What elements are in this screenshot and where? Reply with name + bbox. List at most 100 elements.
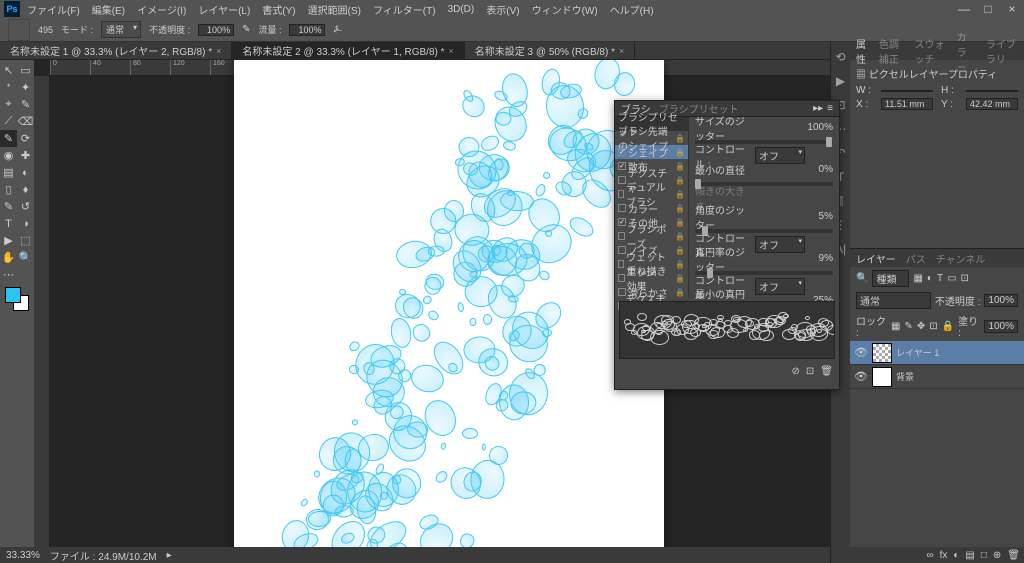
menu-type[interactable]: 書式(Y) bbox=[257, 2, 300, 17]
lock-icon[interactable]: 🔒 bbox=[675, 218, 685, 227]
menu-select[interactable]: 選択範囲(S) bbox=[303, 2, 366, 17]
new-preset-icon[interactable]: ⊡ bbox=[806, 366, 814, 377]
channels-tab[interactable]: チャンネル bbox=[936, 251, 986, 266]
filter-smart-icon[interactable]: ⊡ bbox=[961, 273, 969, 284]
lock-trans-icon[interactable]: ▦ bbox=[891, 321, 900, 332]
adjustments-tab[interactable]: 色調補正 bbox=[879, 36, 905, 66]
menu-layer[interactable]: レイヤー(L) bbox=[193, 2, 255, 17]
lock-pos-icon[interactable]: ✥ bbox=[917, 321, 925, 332]
filter-adjust-icon[interactable]: ◐ bbox=[927, 273, 933, 284]
collapse-icon[interactable]: ▸▸ bbox=[813, 103, 823, 114]
libraries-tab[interactable]: ライブラリ bbox=[986, 36, 1018, 66]
menu-file[interactable]: ファイル(F) bbox=[22, 2, 85, 17]
menu-filter[interactable]: フィルター(T) bbox=[368, 2, 441, 17]
tool-button[interactable]: ⟳ bbox=[17, 130, 34, 147]
lock-all-icon[interactable]: 🔒 bbox=[942, 321, 954, 332]
y-value[interactable]: 42.42 mm bbox=[966, 98, 1018, 110]
tool-button[interactable]: ↖ bbox=[0, 62, 17, 79]
brush-option-item[interactable]: デュアルブラシ🔒 bbox=[615, 187, 688, 201]
flow-input[interactable]: 100% bbox=[289, 24, 325, 36]
tool-button[interactable]: T bbox=[0, 215, 17, 232]
zoom-value[interactable]: 33.33% bbox=[6, 550, 40, 561]
document-canvas[interactable] bbox=[234, 60, 664, 547]
tool-button[interactable]: ᕀ bbox=[0, 79, 17, 96]
trash-icon[interactable]: 🗑 bbox=[820, 366, 833, 377]
tab-close-icon[interactable]: × bbox=[449, 46, 454, 56]
filter-type-icon[interactable]: T bbox=[937, 273, 943, 284]
color-swatch[interactable] bbox=[5, 287, 29, 311]
angle-jitter-slider[interactable] bbox=[695, 229, 833, 233]
brush-presets-tab[interactable]: ブラシプリセット bbox=[659, 101, 739, 116]
tool-button[interactable]: ⋯ bbox=[0, 266, 17, 283]
panel-menu-icon[interactable]: ≡ bbox=[827, 103, 833, 114]
layer-action-icon[interactable]: ∞ bbox=[926, 550, 933, 561]
brush-option-item[interactable]: 重ね描き効果🔒 bbox=[615, 271, 688, 285]
filter-pixel-icon[interactable]: ▦ bbox=[913, 273, 922, 284]
round-jitter-slider[interactable] bbox=[695, 271, 833, 275]
collapsed-panel-icon[interactable]: ⟲ bbox=[835, 50, 845, 64]
menu-help[interactable]: ヘルプ(H) bbox=[605, 2, 659, 17]
menu-edit[interactable]: 編集(E) bbox=[87, 2, 130, 17]
lock-icon[interactable]: 🔒 bbox=[675, 204, 685, 213]
tool-button[interactable]: ▭ bbox=[17, 62, 34, 79]
tool-button[interactable]: ⟋ bbox=[0, 113, 17, 130]
tool-button[interactable]: ▯ bbox=[0, 181, 17, 198]
checkbox[interactable] bbox=[618, 176, 626, 184]
round-jitter-value[interactable]: 9% bbox=[819, 253, 833, 264]
tab-close-icon[interactable]: × bbox=[619, 46, 624, 56]
tool-button[interactable]: ♦ bbox=[17, 181, 34, 198]
tool-button[interactable]: ◐ bbox=[17, 164, 34, 181]
opacity-input[interactable]: 100% bbox=[198, 24, 234, 36]
checkbox[interactable] bbox=[618, 274, 625, 282]
tool-button[interactable]: ✎ bbox=[17, 96, 34, 113]
checkbox[interactable] bbox=[618, 190, 624, 198]
doc-size[interactable]: ファイル : 24.9M/10.2M bbox=[50, 548, 157, 563]
lock-icon[interactable]: 🔒 bbox=[675, 246, 685, 255]
paths-tab[interactable]: パス bbox=[906, 251, 926, 266]
width-value[interactable] bbox=[881, 90, 933, 92]
tool-button[interactable]: ✦ bbox=[17, 79, 34, 96]
visibility-icon[interactable]: 👁 bbox=[854, 346, 868, 359]
layer-name[interactable]: 背景 bbox=[896, 370, 914, 383]
menu-window[interactable]: ウィンドウ(W) bbox=[527, 2, 603, 17]
layer-action-icon[interactable]: 🗑 bbox=[1007, 550, 1020, 561]
tool-button[interactable]: ▤ bbox=[0, 164, 17, 181]
layer-action-icon[interactable]: ▤ bbox=[965, 550, 974, 561]
tab-doc-3[interactable]: 名称未設定 3 @ 50% (RGB/8) *× bbox=[465, 42, 635, 60]
layer-thumbnail[interactable] bbox=[872, 343, 892, 363]
tab-doc-2[interactable]: 名称未設定 2 @ 33.3% (レイヤー 1, RGB/8) *× bbox=[232, 42, 464, 60]
layers-tab[interactable]: レイヤー bbox=[856, 251, 896, 266]
menu-image[interactable]: イメージ(I) bbox=[132, 2, 191, 17]
tool-button[interactable]: ◉ bbox=[0, 147, 17, 164]
lock-icon[interactable]: 🔒 bbox=[675, 190, 685, 199]
tool-button[interactable]: ↺ bbox=[17, 198, 34, 215]
checkbox[interactable] bbox=[618, 218, 626, 226]
checkbox[interactable] bbox=[618, 246, 626, 254]
brush-option-item[interactable]: ブラシ先端のシェイプ🔒 bbox=[615, 131, 688, 145]
min-diameter-value[interactable]: 0% bbox=[819, 164, 833, 175]
layer-row[interactable]: 👁背景 bbox=[850, 365, 1024, 389]
tool-button[interactable]: ⌖ bbox=[0, 96, 17, 113]
search-icon[interactable]: 🔍 bbox=[856, 273, 868, 284]
layer-action-icon[interactable]: ⊕ bbox=[993, 550, 1001, 561]
color-tab[interactable]: カラー bbox=[957, 29, 976, 74]
brush-option-item[interactable]: カラー🔒 bbox=[615, 201, 688, 215]
checkbox[interactable] bbox=[618, 260, 624, 268]
tab-doc-1[interactable]: 名称未設定 1 @ 33.3% (レイヤー 2, RGB/8) *× bbox=[0, 42, 232, 60]
tool-button[interactable]: ▶ bbox=[0, 232, 17, 249]
tool-button[interactable]: 🔍 bbox=[17, 249, 34, 266]
lock-artboard-icon[interactable]: ⊡ bbox=[929, 321, 937, 332]
checkbox[interactable] bbox=[618, 204, 626, 212]
tab-close-icon[interactable]: × bbox=[216, 46, 221, 56]
tablet-icon[interactable]: ⊘ bbox=[792, 366, 800, 377]
lock-icon[interactable]: 🔒 bbox=[675, 274, 685, 283]
menu-3d[interactable]: 3D(D) bbox=[443, 4, 480, 15]
lock-icon[interactable]: 🔒 bbox=[675, 148, 685, 157]
blend-mode-select[interactable]: 通常 bbox=[101, 21, 141, 38]
brush-option-item[interactable]: シェイプ🔒 bbox=[615, 145, 688, 159]
fill-input[interactable]: 100% bbox=[984, 320, 1018, 333]
checkbox[interactable] bbox=[618, 162, 626, 170]
layer-row[interactable]: 👁レイヤー 1 bbox=[850, 341, 1024, 365]
close-icon[interactable]: × bbox=[1000, 0, 1024, 18]
fg-color[interactable] bbox=[5, 287, 21, 303]
